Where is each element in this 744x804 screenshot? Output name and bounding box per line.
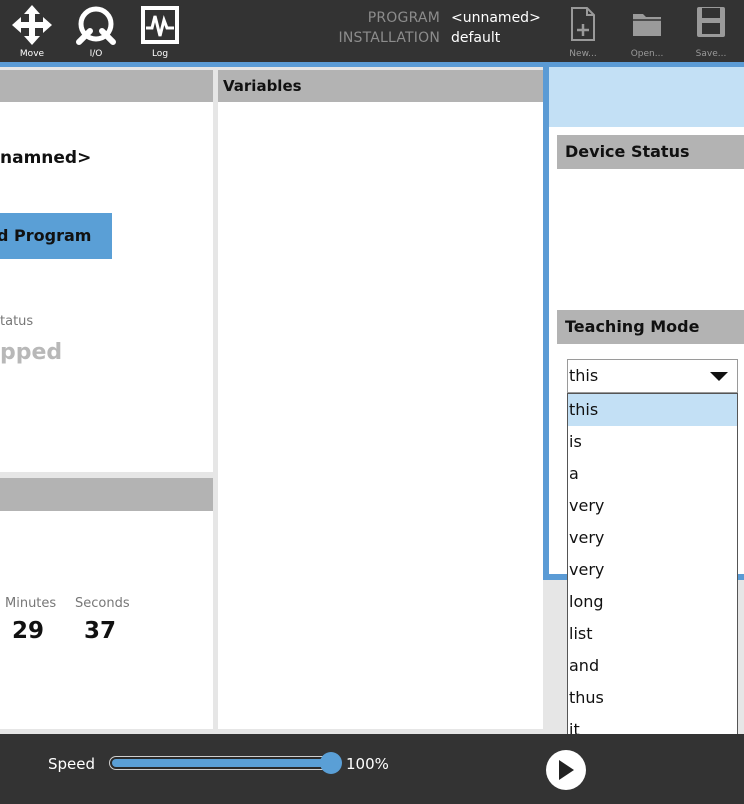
load-program-button[interactable]: d Program xyxy=(0,213,112,259)
save-icon xyxy=(697,7,725,37)
variables-title: Variables xyxy=(218,70,543,102)
variables-panel: Variables xyxy=(218,70,543,729)
program-panel: namned> d Program tatus pped Minutes 29 … xyxy=(0,70,213,729)
open-button[interactable]: Open... xyxy=(617,0,677,62)
dropdown-option[interactable]: a xyxy=(568,458,737,490)
io-icon xyxy=(76,6,116,45)
speed-slider-handle[interactable] xyxy=(320,752,342,774)
play-icon xyxy=(559,760,574,780)
save-label: Save... xyxy=(695,49,727,59)
bottom-bar: Speed 100% xyxy=(0,734,744,804)
log-button[interactable]: Log xyxy=(130,0,190,62)
teaching-mode-dropdown[interactable]: this xyxy=(567,359,738,393)
dropdown-option[interactable]: very xyxy=(568,554,737,586)
new-button[interactable]: New... xyxy=(553,0,613,62)
log-icon xyxy=(141,6,179,44)
speed-label: Speed xyxy=(48,755,96,773)
dropdown-option[interactable]: list xyxy=(568,618,737,650)
device-status-title: Device Status xyxy=(557,135,744,169)
save-button[interactable]: Save... xyxy=(681,0,741,62)
minutes-label: Minutes xyxy=(5,596,57,611)
dropdown-option[interactable]: very xyxy=(568,490,737,522)
play-button[interactable] xyxy=(546,750,586,790)
dropdown-option[interactable]: long xyxy=(568,586,737,618)
new-file-icon xyxy=(571,7,595,41)
dropdown-option[interactable]: this xyxy=(568,394,737,426)
dropdown-selected-value: this xyxy=(569,366,599,385)
device-status-panel: Device Status xyxy=(557,135,744,302)
dropdown-option[interactable]: thus xyxy=(568,682,737,714)
move-label: Move xyxy=(19,49,45,59)
log-label: Log xyxy=(151,49,169,59)
installation-value: default xyxy=(451,30,501,46)
speed-slider[interactable] xyxy=(109,752,342,774)
new-label: New... xyxy=(569,49,597,59)
dropdown-option[interactable]: very xyxy=(568,522,737,554)
program-name: namned> xyxy=(0,148,92,168)
time-panel-header xyxy=(0,478,213,511)
move-icon xyxy=(12,5,52,45)
seconds-value: 37 xyxy=(84,618,117,644)
minutes-value: 29 xyxy=(12,618,45,644)
top-bar: Move I/O Log PROGRAM <unnamed> INSTALLAT… xyxy=(0,0,744,62)
speed-slider-fill xyxy=(112,759,331,767)
open-label: Open... xyxy=(630,49,664,59)
speed-value: 100% xyxy=(346,755,389,773)
io-label: I/O xyxy=(89,49,103,59)
dropdown-option[interactable]: is xyxy=(568,426,737,458)
teaching-mode-title: Teaching Mode xyxy=(557,310,744,344)
installation-label: INSTALLATION xyxy=(338,30,440,46)
io-button[interactable]: I/O xyxy=(66,0,126,62)
dropdown-option[interactable]: and xyxy=(568,650,737,682)
status-label: tatus xyxy=(0,314,34,329)
program-value: <unnamed> xyxy=(451,10,541,26)
folder-icon xyxy=(633,14,661,36)
move-button[interactable]: Move xyxy=(2,0,62,62)
program-panel-header xyxy=(0,70,213,102)
chevron-down-icon xyxy=(710,372,728,381)
status-value: pped xyxy=(0,340,63,365)
program-label: PROGRAM xyxy=(367,10,440,26)
seconds-label: Seconds xyxy=(75,596,130,611)
